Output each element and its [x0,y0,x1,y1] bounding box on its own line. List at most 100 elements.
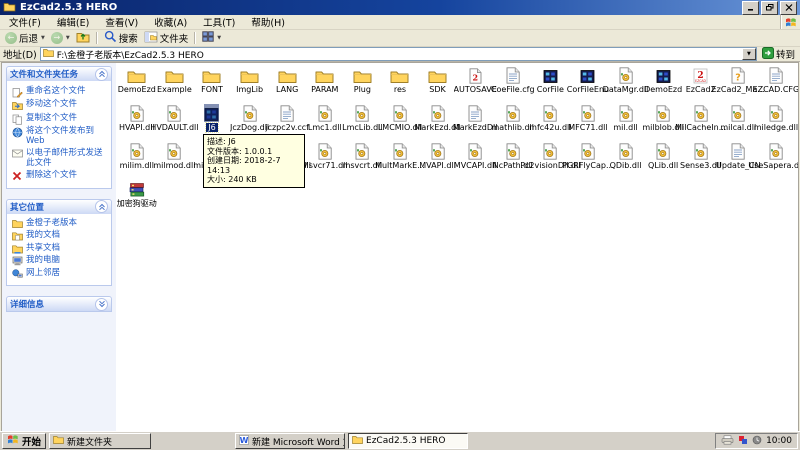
file-item[interactable]: NcPath.dll [494,140,532,178]
file-item[interactable]: CoeFile.cfg [494,64,532,102]
address-dropdown-icon[interactable]: ▼ [742,48,756,60]
file-item[interactable]: MFC71.dll [569,102,607,140]
sidebar-task-link[interactable]: 复制这个文件 [11,114,109,125]
file-item[interactable]: 2AUTOSAVE [456,64,494,102]
chevron-up-icon[interactable] [95,200,108,213]
file-label: HVDAULT.dll [150,123,198,132]
sidebar-task-link[interactable]: 移动这个文件 [11,100,109,111]
tray-app-icon[interactable] [738,435,748,448]
back-button[interactable]: ← 后退 ▼ [3,31,47,45]
menu-item[interactable]: 收藏(A) [146,15,195,29]
file-item[interactable]: milim.dll [118,140,156,178]
chevron-up-icon[interactable] [95,68,108,81]
forward-button[interactable]: → ▼ [49,31,72,45]
file-item[interactable]: milmod.dll [156,140,194,178]
sidebar-task-link[interactable]: 共享文档 [11,244,109,254]
start-button[interactable]: 开始 [2,433,46,449]
file-item[interactable]: res [381,64,419,102]
file-item[interactable]: milblob.dll [644,102,682,140]
file-item[interactable]: QLib.dll [644,140,682,178]
file-item[interactable]: DataMgr.dll [607,64,645,102]
sidebar-task-link[interactable]: 删除这个文件 [11,171,109,181]
back-dropdown-icon[interactable]: ▼ [41,35,45,41]
file-item[interactable]: PARAM [306,64,344,102]
forward-dropdown-icon[interactable]: ▼ [66,35,70,41]
file-item[interactable]: HVAPI.dll [118,102,156,140]
taskbar-task-button[interactable]: W新建 Microsoft Word 文... [235,433,345,449]
menu-item[interactable]: 编辑(E) [49,15,97,29]
file-item[interactable]: QDib.dll [607,140,645,178]
file-item[interactable]: mfc42u.dll [532,102,570,140]
file-item[interactable]: MVAPI.dll [419,140,457,178]
file-item[interactable]: DemoEzd [118,64,156,102]
file-item[interactable]: Lmc1.dll [306,102,344,140]
file-item[interactable]: Plug [344,64,382,102]
file-item[interactable]: ?EzCad2_Ma... [720,64,758,102]
panel-header[interactable]: 文件和文件夹任务 [7,67,111,81]
panel-header[interactable]: 详细信息 [7,297,111,311]
file-item[interactable]: miledge.dll [757,102,795,140]
dll-icon [731,104,745,122]
file-item[interactable]: msvcrt.dll [344,140,382,178]
file-item[interactable]: Update_CN [720,140,758,178]
minimize-button[interactable] [742,1,759,15]
file-item[interactable]: Pc2visionDll.dll [532,140,570,178]
file-label: 加密狗驱动 [117,199,157,208]
panel-header[interactable]: 其它位置 [7,200,111,214]
file-item[interactable]: ImgLib [231,64,269,102]
file-item[interactable]: MarkEzdDll [456,102,494,140]
file-item[interactable]: Msvcr71.dll [306,140,344,178]
file-item[interactable]: LmcLib.dll [344,102,382,140]
views-button[interactable]: ▼ [200,31,223,45]
taskbar-clock[interactable]: 10:00 [766,436,792,446]
file-item[interactable]: LANG [268,64,306,102]
close-button[interactable] [780,1,797,15]
sidebar-task-link[interactable]: 金橙子老版本 [11,219,109,229]
dll-icon [506,104,520,122]
file-item[interactable]: milcal.dll [720,102,758,140]
file-item[interactable]: mil.dll [607,102,645,140]
sidebar-task-link[interactable]: 将这个文件发布到 Web [11,127,109,147]
tray-scheduler-icon[interactable] [752,435,762,448]
sidebar-task-link[interactable]: 我的文档 [11,231,109,241]
file-item[interactable]: DemoEzd [644,64,682,102]
file-item[interactable]: Example [156,64,194,102]
file-item[interactable]: 加密狗驱动 [118,178,156,216]
file-item[interactable]: EZCAD.CFG [757,64,795,102]
file-item[interactable]: MultMarkE... [381,140,419,178]
taskbar-task-button[interactable]: 新建文件夹 [49,433,151,449]
address-input[interactable]: F:\金橙子老版本\EzCad2.5.3 HERO [57,48,739,61]
file-item[interactable]: HVDAULT.dll [156,102,194,140]
file-item[interactable]: UseSapera.dll [757,140,795,178]
menu-item[interactable]: 查看(V) [97,15,146,29]
menu-item[interactable]: 工具(T) [195,15,243,29]
restore-button[interactable] [761,1,778,15]
file-item[interactable]: FONT [193,64,231,102]
taskbar-task-button[interactable]: EzCad2.5.3 HERO [348,433,468,449]
file-item[interactable]: Sense3.dll [682,140,720,178]
go-button[interactable]: 转到 [760,47,797,62]
sidebar-task-link[interactable]: 重命名这个文件 [11,87,109,98]
file-item[interactable]: MilCacheIn... [682,102,720,140]
sidebar-task-link[interactable]: 我的电脑 [11,256,109,266]
folders-button[interactable]: 文件夹 [142,31,191,45]
sidebar-task-link[interactable]: 网上邻居 [11,269,109,279]
file-item[interactable]: SDK [419,64,457,102]
file-item[interactable]: mathlib.dll [494,102,532,140]
file-item[interactable]: LMCMIO.dll [381,102,419,140]
search-button[interactable]: 搜索 [102,31,140,45]
file-item[interactable]: MarkEzd.dll [419,102,457,140]
up-button[interactable] [74,31,92,45]
address-combo[interactable]: F:\金橙子老版本\EzCad2.5.3 HERO ▼ [40,47,757,61]
file-item[interactable]: PGRFlyCap... [569,140,607,178]
file-item[interactable]: MVCAPI.dll [456,140,494,178]
sidebar-task-link[interactable]: 以电子邮件形式发送此文件 [11,149,109,169]
printer-icon[interactable] [721,435,734,448]
file-item[interactable]: CorFile [532,64,570,102]
chevron-down-icon[interactable] [95,298,108,311]
views-dropdown-icon[interactable]: ▼ [217,35,221,41]
menu-item[interactable]: 帮助(H) [243,15,293,29]
file-item[interactable]: CorFileEnu [569,64,607,102]
menu-item[interactable]: 文件(F) [1,15,49,29]
file-item[interactable]: 2EZCADEzCad2 [682,64,720,102]
